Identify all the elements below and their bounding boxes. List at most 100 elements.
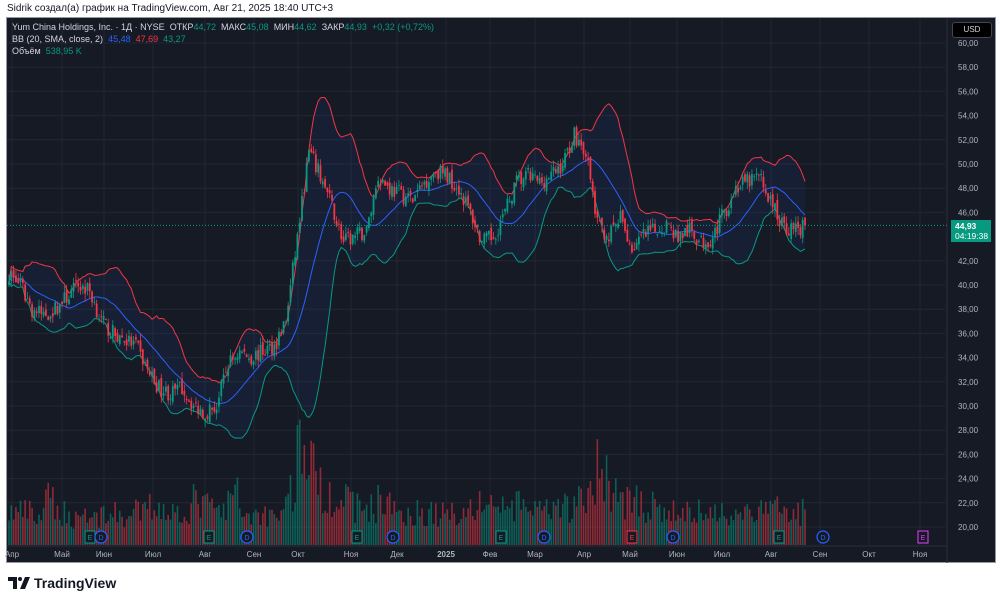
candle-body xyxy=(573,127,576,146)
candle-body xyxy=(176,384,179,390)
volume-bar xyxy=(455,525,458,545)
volume-bar xyxy=(704,514,707,545)
volume-bar xyxy=(709,507,712,545)
volume-bar xyxy=(451,502,453,545)
currency-button[interactable]: USD xyxy=(952,22,992,38)
candle-body xyxy=(132,340,135,345)
candle-body xyxy=(349,233,352,245)
volume-bar xyxy=(582,505,585,545)
volume-bar xyxy=(702,520,705,545)
candle-body xyxy=(670,226,673,228)
tradingview-logo[interactable]: TradingView xyxy=(8,575,116,591)
volume-bar xyxy=(252,512,255,545)
candle-body xyxy=(727,210,730,216)
candle-body xyxy=(194,402,197,404)
volume-bar xyxy=(513,521,516,545)
volume-bar xyxy=(608,480,610,545)
candle-body xyxy=(704,244,707,249)
legend-volume[interactable]: Объём 538,95 K xyxy=(12,45,434,57)
candle-body xyxy=(421,185,423,187)
candle-body xyxy=(340,224,343,240)
volume-bar xyxy=(72,528,75,545)
price-chart[interactable]: 60,00 58,00 56,00 54,00 52,00 50,00 48,00 46,00… xyxy=(0,0,1000,603)
candle-body xyxy=(31,304,33,317)
change-value: +0,32 (+0,72%) xyxy=(371,22,434,32)
candle-body xyxy=(603,229,606,240)
volume-bar xyxy=(225,519,227,545)
volume-bar xyxy=(640,491,642,545)
bb-upper: 47,69 xyxy=(135,34,159,44)
candle-body xyxy=(430,176,433,180)
volume-bar xyxy=(19,500,22,545)
volume-bar xyxy=(232,495,234,545)
volume-bar xyxy=(647,512,649,545)
candle-body xyxy=(51,313,54,317)
candle-body xyxy=(347,231,350,234)
volume-bar xyxy=(534,501,536,545)
volume-bar xyxy=(45,489,47,545)
candle-body xyxy=(107,322,110,336)
candle-body xyxy=(130,336,133,346)
candle-body xyxy=(164,386,167,392)
candle-body xyxy=(497,235,500,237)
candle-body xyxy=(628,242,631,244)
candle-body xyxy=(522,178,525,188)
volume-bar xyxy=(26,518,29,545)
candle-body xyxy=(257,349,260,361)
dividend-label: D xyxy=(670,535,675,542)
volume-bar xyxy=(515,491,518,545)
candle-body xyxy=(679,231,682,242)
candle-body xyxy=(58,304,61,313)
candle-body xyxy=(171,385,174,402)
candle-body xyxy=(201,409,204,418)
candle-body xyxy=(667,223,670,225)
price-tick: 26,00 xyxy=(958,450,979,459)
volume-bar xyxy=(654,499,656,545)
candle-body xyxy=(428,182,430,191)
close-label: ЗАКР xyxy=(321,22,345,32)
candle-body xyxy=(363,234,366,241)
candle-body xyxy=(220,381,223,397)
volume-bar xyxy=(132,508,135,545)
candle-body xyxy=(400,186,403,190)
volume-bar xyxy=(282,509,285,545)
candle-body xyxy=(254,350,257,360)
candle-body xyxy=(407,193,410,197)
volume-bar xyxy=(458,523,460,545)
candle-body xyxy=(204,418,207,422)
candle-body xyxy=(617,223,620,228)
candle-body xyxy=(351,234,354,244)
volume-bar xyxy=(405,525,407,545)
earnings-label: E xyxy=(777,535,782,542)
low-label: МИН xyxy=(273,22,295,32)
candle-body xyxy=(783,216,786,224)
volume-bar xyxy=(755,520,758,545)
volume-bar xyxy=(183,516,186,545)
candle-body xyxy=(241,351,243,353)
symbol-title[interactable]: Yum China Holdings, Inc. · 1Д · NYSE xyxy=(12,22,165,32)
volume-bar xyxy=(441,502,444,545)
volume-bar xyxy=(8,520,10,545)
volume-bar xyxy=(370,494,373,545)
candle-body xyxy=(448,172,451,184)
candle-body xyxy=(506,198,509,212)
volume-bar xyxy=(144,501,146,545)
volume-bar xyxy=(335,506,338,545)
price-tick: 34,00 xyxy=(958,354,979,363)
time-tick: Сен xyxy=(247,550,262,559)
candle-body xyxy=(723,210,726,213)
earnings-label: E xyxy=(207,535,212,542)
volume-bar xyxy=(326,512,329,545)
volume-bar xyxy=(12,519,15,545)
candle-body xyxy=(238,350,241,359)
candle-body xyxy=(303,192,306,194)
volume-bar xyxy=(596,439,599,545)
volume-bar xyxy=(566,496,569,545)
candle-body xyxy=(342,236,345,242)
legend-bb[interactable]: BB (20, SMA, close, 2) 45,48 47,69 43,27 xyxy=(12,33,434,45)
volume-bar xyxy=(460,518,463,545)
volume-bar xyxy=(162,504,165,545)
candle-body xyxy=(227,368,230,377)
price-tick: 32,00 xyxy=(958,378,979,387)
volume-bar xyxy=(663,507,666,545)
